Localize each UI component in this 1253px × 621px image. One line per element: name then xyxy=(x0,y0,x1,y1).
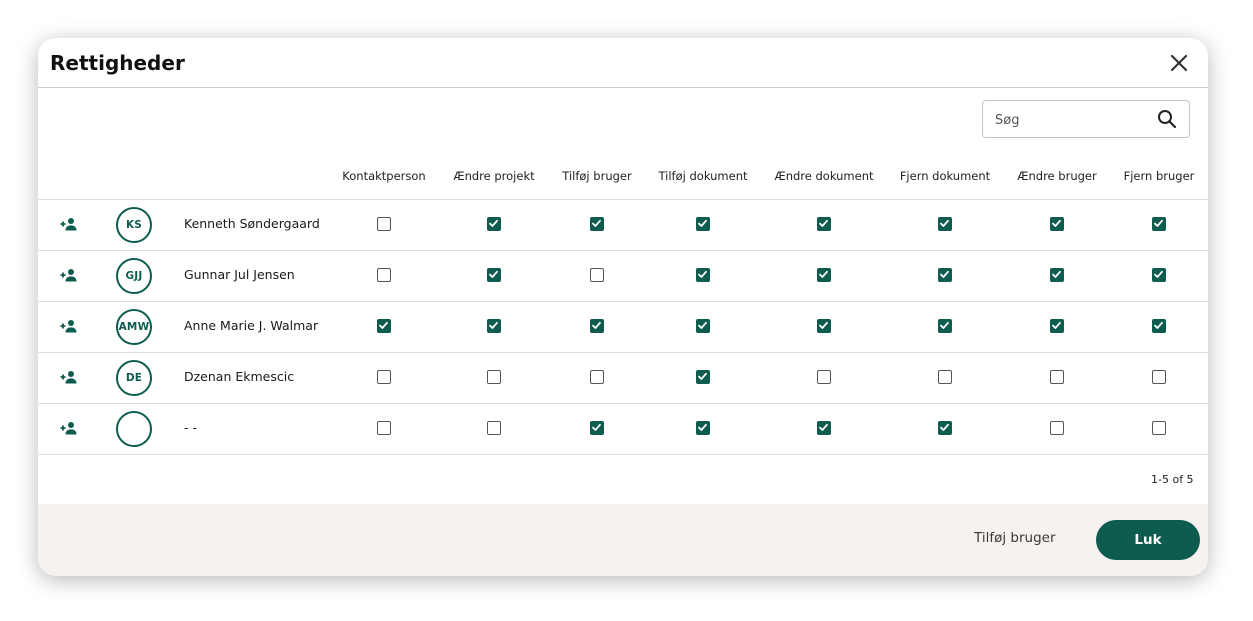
permission-checkbox[interactable] xyxy=(377,268,391,282)
add-person-icon[interactable] xyxy=(60,318,78,333)
add-person-icon[interactable] xyxy=(60,420,78,435)
avatar: DE xyxy=(116,360,152,396)
permission-checkbox[interactable] xyxy=(696,319,710,333)
add-user-button[interactable]: Tilføj bruger xyxy=(974,530,1056,546)
avatar: AMW xyxy=(116,309,152,345)
permission-checkbox[interactable] xyxy=(696,370,710,384)
user-name: Dzenan Ekmescic xyxy=(184,369,295,384)
permission-checkbox[interactable] xyxy=(1152,319,1166,333)
avatar xyxy=(116,411,152,447)
permission-checkbox[interactable] xyxy=(377,421,391,435)
table-row: KS Kenneth Søndergaard xyxy=(38,199,1208,249)
dialog-header: Rettigheder xyxy=(38,38,1208,88)
permission-checkbox[interactable] xyxy=(938,319,952,333)
table-row: GJJ Gunnar Jul Jensen xyxy=(38,250,1208,300)
close-icon[interactable] xyxy=(1166,50,1192,76)
permission-checkbox[interactable] xyxy=(938,370,952,384)
column-header: Kontaktperson xyxy=(342,169,426,183)
row-divider xyxy=(38,454,1208,455)
permission-checkbox[interactable] xyxy=(1050,217,1064,231)
permission-checkbox[interactable] xyxy=(377,370,391,384)
permissions-dialog: Rettigheder Kontaktperson Ændre projekt Ti… xyxy=(38,38,1208,576)
permission-checkbox[interactable] xyxy=(696,217,710,231)
column-header: Tilføj bruger xyxy=(562,169,632,183)
close-button[interactable]: Luk xyxy=(1096,520,1200,560)
column-header: Fjern dokument xyxy=(899,169,991,183)
permission-checkbox[interactable] xyxy=(590,370,604,384)
search-input[interactable] xyxy=(993,101,1157,139)
table-row: - - xyxy=(38,403,1208,453)
user-name: - - xyxy=(184,420,197,435)
dialog-title: Rettigheder xyxy=(50,51,185,75)
dialog-footer: Tilføj bruger Luk xyxy=(38,504,1208,576)
user-name: Anne Marie J. Walmar xyxy=(184,318,319,333)
permission-checkbox[interactable] xyxy=(590,217,604,231)
column-header: Ændre dokument xyxy=(774,169,874,183)
column-header: Fjern bruger xyxy=(1123,169,1195,183)
permission-checkbox[interactable] xyxy=(1152,217,1166,231)
table-row: DE Dzenan Ekmescic xyxy=(38,352,1208,402)
permission-checkbox[interactable] xyxy=(1152,421,1166,435)
permission-checkbox[interactable] xyxy=(1050,319,1064,333)
permission-checkbox[interactable] xyxy=(1050,370,1064,384)
permission-checkbox[interactable] xyxy=(817,319,831,333)
permission-checkbox[interactable] xyxy=(377,217,391,231)
permission-checkbox[interactable] xyxy=(817,421,831,435)
pagination-info: 1-5 of 5 xyxy=(1151,473,1194,486)
permission-checkbox[interactable] xyxy=(817,268,831,282)
column-header: Ændre projekt xyxy=(453,169,535,183)
permission-checkbox[interactable] xyxy=(377,319,391,333)
user-name: Gunnar Jul Jensen xyxy=(184,267,295,282)
add-person-icon[interactable] xyxy=(60,216,78,231)
permission-checkbox[interactable] xyxy=(817,217,831,231)
permission-checkbox[interactable] xyxy=(487,370,501,384)
permission-checkbox[interactable] xyxy=(487,268,501,282)
permission-checkbox[interactable] xyxy=(487,421,501,435)
permission-checkbox[interactable] xyxy=(487,319,501,333)
avatar: KS xyxy=(116,207,152,243)
avatar: GJJ xyxy=(116,258,152,294)
permission-checkbox[interactable] xyxy=(590,319,604,333)
permission-checkbox[interactable] xyxy=(1050,268,1064,282)
column-header: Ændre bruger xyxy=(1017,169,1097,183)
permission-checkbox[interactable] xyxy=(938,217,952,231)
permission-checkbox[interactable] xyxy=(1050,421,1064,435)
table-row: AMW Anne Marie J. Walmar xyxy=(38,301,1208,351)
search-icon[interactable] xyxy=(1157,109,1177,129)
permission-checkbox[interactable] xyxy=(938,268,952,282)
add-person-icon[interactable] xyxy=(60,369,78,384)
search-field xyxy=(982,100,1190,139)
permission-checkbox[interactable] xyxy=(487,217,501,231)
permission-checkbox[interactable] xyxy=(1152,268,1166,282)
permission-checkbox[interactable] xyxy=(1152,370,1166,384)
permission-checkbox[interactable] xyxy=(590,421,604,435)
user-name: Kenneth Søndergaard xyxy=(184,216,320,231)
permission-checkbox[interactable] xyxy=(938,421,952,435)
permission-checkbox[interactable] xyxy=(696,421,710,435)
permission-checkbox[interactable] xyxy=(590,268,604,282)
add-person-icon[interactable] xyxy=(60,267,78,282)
column-header: Tilføj dokument xyxy=(658,169,748,183)
permission-checkbox[interactable] xyxy=(696,268,710,282)
permission-checkbox[interactable] xyxy=(817,370,831,384)
